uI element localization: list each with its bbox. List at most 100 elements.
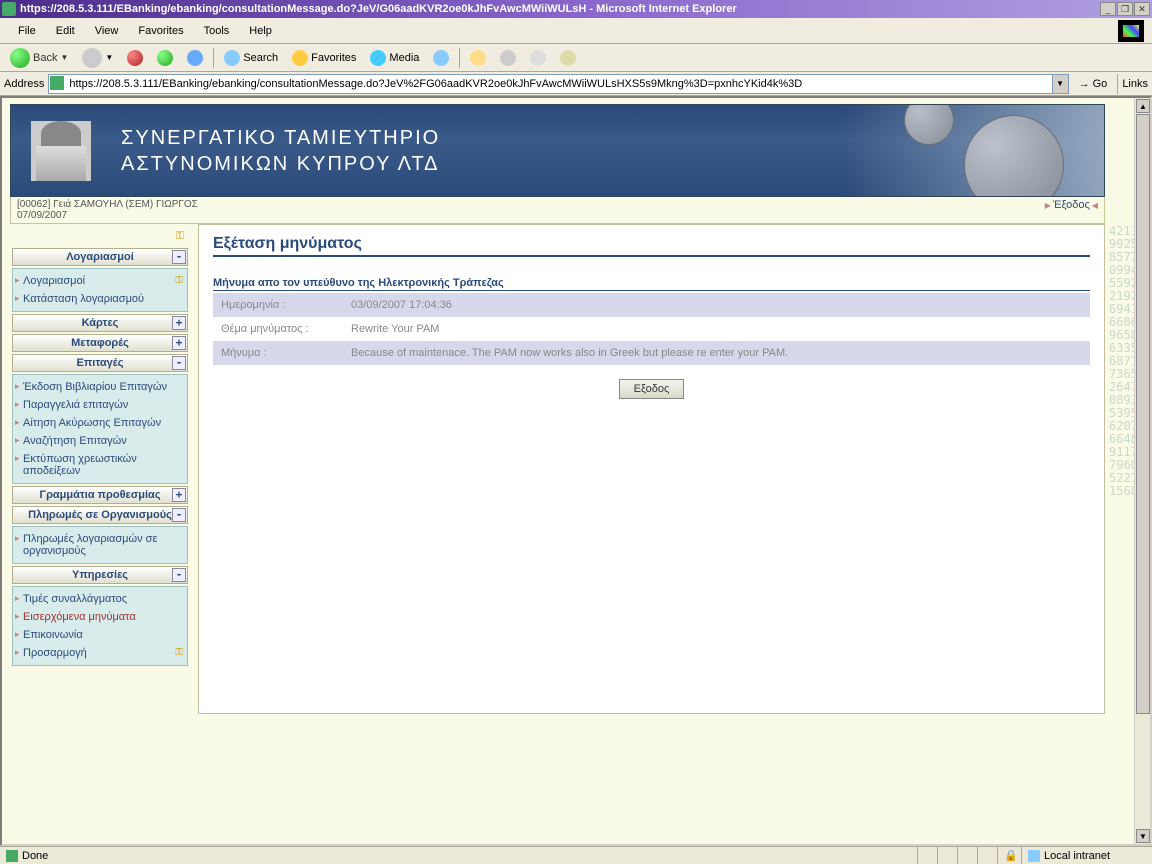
address-input[interactable] [48,74,1052,94]
address-bar: Address ▼ → Go Links [0,72,1152,96]
key-icon: ⚿ [175,275,183,286]
links-button[interactable]: Links [1122,78,1148,90]
sidebar-item[interactable]: Αναζήτηση Επιταγών [13,432,187,450]
user-greeting: [00062] Γειά ΣΑΜΟΥΗΛ (ΣΕΜ) ΓΙΩΡΓΟΣ [17,199,198,210]
address-dropdown[interactable]: ▼ [1053,74,1069,94]
edit-button[interactable] [524,47,552,69]
sidebar-item[interactable]: Τιμές συναλλάγματος [13,590,187,608]
sidebar-item[interactable]: Εισερχόμενα μηνύματα [13,608,187,626]
greeting-bar: [00062] Γειά ΣΑΜΟΥΗΛ (ΣΕΜ) ΓΙΩΡΓΟΣ 07/09… [10,197,1105,224]
scroll-up-button[interactable]: ▲ [1136,99,1150,113]
collapse-icon[interactable]: - [172,568,186,582]
media-icon [370,50,386,66]
refresh-button[interactable] [151,47,179,69]
favorites-button[interactable]: Favorites [286,47,362,69]
media-button[interactable]: Media [364,47,425,69]
logout-link[interactable]: Έξοδος [1045,199,1098,221]
mail-button[interactable] [464,47,492,69]
field-label: Μήνυμα : [213,341,343,365]
content-panel: Εξέταση μηνύματος Μήνυμα απο τον υπεύθυν… [198,224,1105,714]
exit-button[interactable]: Εξοδος [619,379,685,399]
toolbar: Back ▼ ▼ Search Favorites Media [0,44,1152,72]
sidebar-header[interactable]: Πληρωμές σε Οργανισμούς- [12,506,188,524]
menu-file[interactable]: File [8,21,46,41]
scroll-down-button[interactable]: ▼ [1136,829,1150,843]
sidebar-header[interactable]: Υπηρεσίες- [12,566,188,584]
stop-icon [127,50,143,66]
sidebar-item[interactable]: Λογαριασμοί⚿ [13,272,187,290]
collapse-icon[interactable]: - [172,250,186,264]
back-icon [10,48,30,68]
sidebar-item[interactable]: Εκτύπωση χρεωστικών αποδείξεων [13,450,187,480]
minimize-button[interactable]: _ [1100,2,1116,16]
sidebar: ⚿ Λογαριασμοί- Λογαριασμοί⚿Κατάσταση λογα… [10,224,190,672]
search-icon [224,50,240,66]
session-date: 07/09/2007 [17,210,198,221]
menu-edit[interactable]: Edit [46,21,85,41]
forward-button[interactable]: ▼ [76,45,119,71]
sidebar-item[interactable]: Έκδοση Βιβλιαρίου Επιταγών [13,378,187,396]
sidebar-item[interactable]: Προσαρμογή⚿ [13,644,187,662]
sidebar-panel: Έκδοση Βιβλιαρίου ΕπιταγώνΠαραγγελιά επι… [12,374,188,484]
window-title: https://208.5.3.111/EBanking/ebanking/co… [20,3,1100,15]
collapse-icon[interactable]: - [172,508,186,522]
home-button[interactable] [181,47,209,69]
ie-icon [2,2,16,16]
sidebar-header[interactable]: Επιταγές- [12,354,188,372]
expand-icon[interactable]: + [172,316,186,330]
vertical-scrollbar[interactable]: ▲ ▼ [1134,98,1150,844]
field-value: Because of maintenace. The PAM now works… [343,341,1090,365]
zone-icon [1028,850,1040,862]
collapse-icon[interactable]: - [172,356,186,370]
browser-viewport: ΣΥΝΕΡΓΑΤΙΚΟ ΤΑΜΙΕΥΤΗΡΙΟ ΑΣΤΥΝΟΜΙΚΩΝ ΚΥΠΡ… [0,96,1152,846]
window-titlebar: https://208.5.3.111/EBanking/ebanking/co… [0,0,1152,18]
print-icon [500,50,516,66]
chevron-down-icon: ▼ [60,53,68,62]
expand-icon[interactable]: + [172,488,186,502]
stop-button[interactable] [121,47,149,69]
page-title: Εξέταση μηνύματος [213,235,1090,257]
sidebar-item[interactable]: Κατάσταση λογαριασμού [13,290,187,308]
sidebar-item[interactable]: Πληρωμές λογαριασμών σε οργανισμούς [13,530,187,560]
sidebar-panel: Λογαριασμοί⚿Κατάσταση λογαριασμού [12,268,188,312]
field-value: 03/09/2007 17:04:36 [343,293,1090,317]
sidebar-header[interactable]: Γραμμάτια προθεσμίας+ [12,486,188,504]
sidebar-header[interactable]: Λογαριασμοί- [12,248,188,266]
page-status-icon [6,850,18,862]
table-row: Θέμα μηνύματος :Rewrite Your PAM [213,317,1090,341]
key-icon: ⚿ [175,647,183,658]
statusbar: Done 🔒 Local intranet [0,846,1152,864]
sidebar-item[interactable]: Επικοινωνία [13,626,187,644]
refresh-icon [157,50,173,66]
restore-button[interactable]: ❐ [1117,2,1133,16]
key-icon: ⚿ [170,230,184,244]
edit-icon [530,50,546,66]
windows-logo [1118,20,1144,42]
table-row: Ημερομηνία :03/09/2007 17:04:36 [213,293,1090,317]
close-button[interactable]: ✕ [1134,2,1150,16]
print-button[interactable] [494,47,522,69]
menu-view[interactable]: View [85,21,129,41]
menu-favorites[interactable]: Favorites [128,21,193,41]
lock-icon: 🔒 [1004,849,1018,862]
history-button[interactable] [427,47,455,69]
go-button[interactable]: → Go [1073,76,1114,92]
bank-name: ΣΥΝΕΡΓΑΤΙΚΟ ΤΑΜΙΕΥΤΗΡΙΟ ΑΣΤΥΝΟΜΙΚΩΝ ΚΥΠΡ… [121,125,440,177]
status-text: Done [22,850,48,862]
sidebar-header[interactable]: Μεταφορές+ [12,334,188,352]
sidebar-item[interactable]: Αίτηση Ακύρωσης Επιταγών [13,414,187,432]
field-label: Θέμα μηνύματος : [213,317,343,341]
bank-banner: ΣΥΝΕΡΓΑΤΙΚΟ ΤΑΜΙΕΥΤΗΡΙΟ ΑΣΤΥΝΟΜΙΚΩΝ ΚΥΠΡ… [10,104,1105,197]
field-label: Ημερομηνία : [213,293,343,317]
sidebar-item[interactable]: Παραγγελιά επιταγών [13,396,187,414]
back-button[interactable]: Back ▼ [4,45,74,71]
sidebar-header[interactable]: Κάρτες+ [12,314,188,332]
menu-tools[interactable]: Tools [194,21,240,41]
bank-logo [31,121,91,181]
search-button[interactable]: Search [218,47,284,69]
menu-help[interactable]: Help [239,21,282,41]
scroll-thumb[interactable] [1136,114,1150,714]
expand-icon[interactable]: + [172,336,186,350]
star-icon [292,50,308,66]
discuss-button[interactable] [554,47,582,69]
